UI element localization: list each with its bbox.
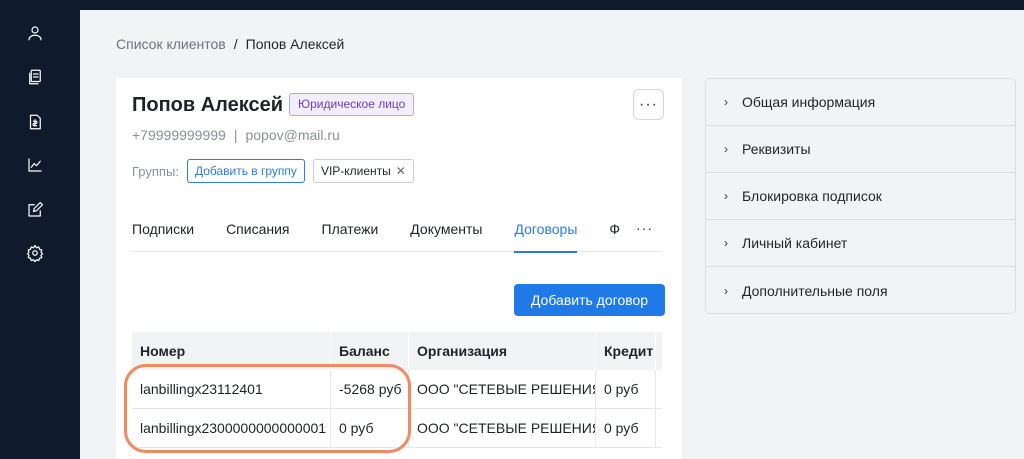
- top-bar: [0, 0, 1024, 10]
- invoice-icon: [29, 114, 41, 130]
- client-email: popov@mail.ru: [245, 127, 340, 143]
- client-contacts: +79999999999 | popov@mail.ru: [132, 127, 340, 143]
- tab-subscriptions[interactable]: Подписки: [132, 218, 226, 252]
- sidebar-item-tasks[interactable]: [22, 197, 48, 223]
- tab-payments[interactable]: Платежи: [322, 218, 411, 252]
- breadcrumb-current: Попов Алексей: [245, 36, 345, 52]
- client-name: Попов Алексей: [132, 94, 284, 116]
- section-requisites[interactable]: › Реквизиты: [706, 126, 1015, 173]
- client-groups: Группы: Добавить в группу VIP-клиенты ✕: [132, 159, 414, 183]
- cell-number: lanbillingx2300000000000001: [132, 409, 331, 447]
- tabs-more-button[interactable]: ···: [636, 220, 653, 236]
- section-label: Блокировка подписок: [742, 188, 882, 204]
- group-chip: VIP-клиенты ✕: [312, 159, 414, 183]
- remove-group-icon[interactable]: ✕: [396, 160, 406, 182]
- edit-icon: [28, 201, 44, 217]
- side-panel: › Общая информация › Реквизиты › Блокиро…: [705, 78, 1016, 314]
- sidebar-item-clients[interactable]: [22, 20, 48, 46]
- table-row[interactable]: lanbillingx23112401 -5268 руб ООО "СЕТЕВ…: [132, 370, 662, 409]
- sidebar-item-settings[interactable]: [22, 240, 48, 266]
- table-row[interactable]: lanbillingx2300000000000001 0 руб ООО "С…: [132, 409, 662, 448]
- add-contract-button[interactable]: Добавить договор: [514, 284, 665, 316]
- breadcrumb: Список клиентов / Попов Алексей: [116, 36, 344, 52]
- cell-organization: ООО "СЕТЕВЫЕ РЕШЕНИЯ": [409, 409, 596, 447]
- add-to-group-button[interactable]: Добавить в группу: [186, 159, 305, 183]
- table-header: Номер Баланс Организация Кредит: [132, 332, 662, 370]
- section-general-info[interactable]: › Общая информация: [706, 79, 1015, 126]
- cell-balance: -5268 руб: [331, 370, 409, 408]
- groups-label: Группы:: [132, 163, 179, 179]
- chevron-right-icon: ›: [724, 95, 728, 109]
- sidebar-item-documents[interactable]: [22, 64, 48, 90]
- cell-organization: ООО "СЕТЕВЫЕ РЕШЕНИЯ": [409, 370, 596, 408]
- section-label: Реквизиты: [742, 141, 811, 157]
- sidebar-item-reports[interactable]: [22, 152, 48, 178]
- documents-icon: [29, 69, 41, 85]
- client-more-button[interactable]: ···: [633, 89, 664, 120]
- tab-truncated[interactable]: Ф: [609, 218, 623, 252]
- gear-icon: [26, 244, 44, 262]
- cell-number: lanbillingx23112401: [132, 370, 331, 408]
- sidebar: [0, 0, 80, 459]
- chart-icon: [28, 158, 42, 172]
- section-label: Личный кабинет: [742, 235, 848, 251]
- client-type-badge: Юридическое лицо: [289, 93, 415, 116]
- cell-credit: 0 руб: [596, 409, 656, 447]
- client-phone: +79999999999: [132, 127, 226, 143]
- tab-contracts[interactable]: Договоры: [514, 218, 609, 253]
- section-subscription-lock[interactable]: › Блокировка подписок: [706, 173, 1015, 220]
- section-label: Дополнительные поля: [742, 282, 888, 299]
- breadcrumb-link-clients[interactable]: Список клиентов: [116, 36, 226, 52]
- contacts-separator: |: [233, 127, 238, 143]
- section-personal-account[interactable]: › Личный кабинет: [706, 220, 1015, 267]
- cell-credit: 0 руб: [596, 370, 656, 408]
- section-additional-fields[interactable]: › Дополнительные поля: [706, 267, 1015, 313]
- user-icon: [28, 26, 42, 41]
- tab-charges[interactable]: Списания: [226, 218, 321, 252]
- client-tabs: Подписки Списания Платежи Документы Дого…: [132, 218, 662, 253]
- breadcrumb-separator: /: [233, 36, 238, 52]
- section-label: Общая информация: [742, 94, 876, 110]
- chevron-right-icon: ›: [724, 142, 728, 156]
- column-header-credit[interactable]: Кредит: [596, 332, 656, 370]
- chevron-right-icon: ›: [724, 189, 728, 203]
- column-header-number[interactable]: Номер: [132, 332, 331, 370]
- cell-balance: 0 руб: [331, 409, 409, 447]
- client-card: Попов Алексей Юридическое лицо ··· +7999…: [116, 78, 682, 459]
- chevron-right-icon: ›: [724, 283, 728, 298]
- group-chip-label: VIP-клиенты: [320, 164, 391, 178]
- chevron-right-icon: ›: [724, 236, 728, 250]
- column-header-organization[interactable]: Организация: [409, 332, 596, 370]
- column-header-balance[interactable]: Баланс: [331, 332, 409, 370]
- sidebar-item-invoices[interactable]: [22, 109, 48, 135]
- contracts-table: Номер Баланс Организация Кредит lanbilli…: [132, 332, 662, 448]
- tab-documents[interactable]: Документы: [410, 218, 514, 252]
